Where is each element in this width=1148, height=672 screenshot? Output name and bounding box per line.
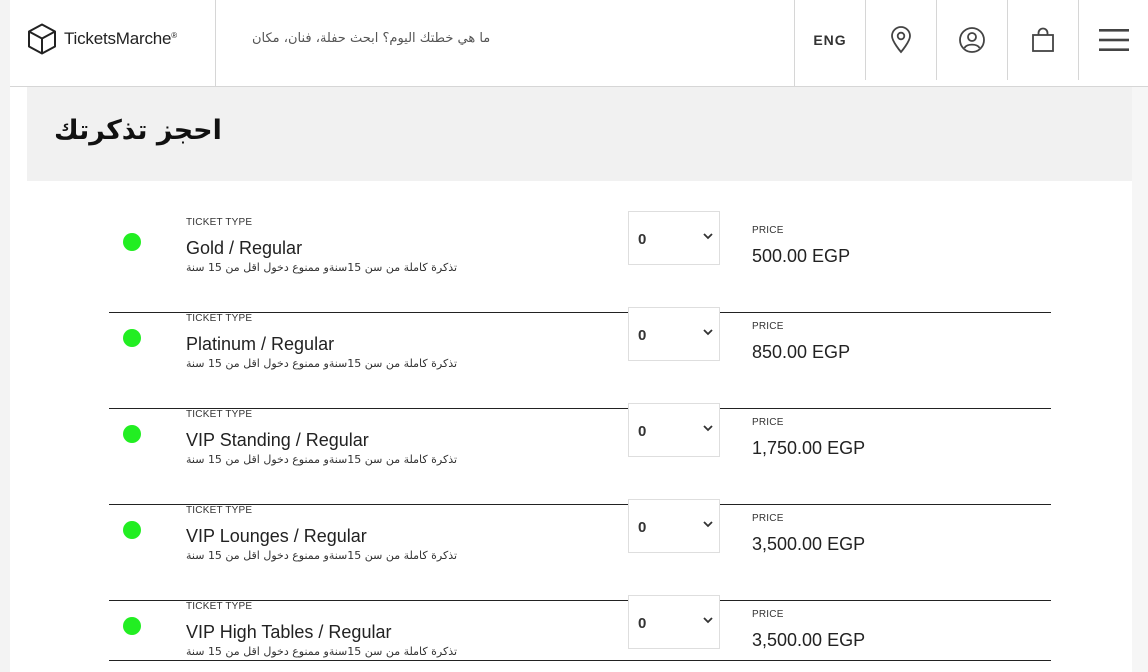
ticket-name: VIP Standing / Regular	[186, 430, 369, 450]
cart-button[interactable]	[1008, 0, 1079, 80]
ticket-description: تذكرة كاملة من سن 15سنةو ممنوع دخول اقل …	[186, 261, 458, 274]
right-margin	[1132, 0, 1148, 672]
quantity-select[interactable]: 0	[628, 307, 720, 361]
ticket-description: تذكرة كاملة من سن 15سنةو ممنوع دخول اقل …	[186, 549, 458, 562]
language-switch-button[interactable]: ENG	[795, 0, 866, 80]
ticket-name: VIP High Tables / Regular	[186, 622, 392, 642]
ticket-type-label: TICKET TYPE	[186, 217, 253, 228]
ticket-name: Platinum / Regular	[186, 334, 335, 354]
main-menu-button[interactable]	[1079, 0, 1148, 80]
quantity-value: 0	[638, 327, 647, 344]
ticket-row: TICKET TYPE VIP Standing / Regular تذكرة…	[109, 403, 1051, 505]
chevron-down-icon	[703, 233, 713, 240]
price-label: PRICE	[752, 513, 784, 524]
quantity-select[interactable]: 0	[628, 499, 720, 553]
chevron-down-icon	[703, 425, 713, 432]
ticket-type-label: TICKET TYPE	[186, 409, 253, 420]
search-area	[216, 0, 795, 86]
location-button[interactable]	[866, 0, 937, 80]
brand-name: TicketsMarche®	[64, 29, 177, 48]
chevron-down-icon	[703, 521, 713, 528]
ticket-row: TICKET TYPE VIP Lounges / Regular تذكرة …	[109, 499, 1051, 601]
ticket-price: 1,750.00 EGP	[752, 438, 866, 458]
quantity-select[interactable]: 0	[628, 595, 720, 649]
ticket-price: 850.00 EGP	[752, 342, 851, 362]
user-circle-icon	[959, 27, 985, 53]
ticket-name: VIP Lounges / Regular	[186, 526, 367, 546]
ticket-name: Gold / Regular	[186, 238, 303, 258]
availability-dot	[123, 329, 141, 347]
ticket-type-label: TICKET TYPE	[186, 505, 253, 516]
ticket-description: تذكرة كاملة من سن 15سنةو ممنوع دخول اقل …	[186, 645, 458, 658]
price-label: PRICE	[752, 321, 784, 332]
ticket-description: تذكرة كاملة من سن 15سنةو ممنوع دخول اقل …	[186, 357, 458, 370]
ticket-price: 3,500.00 EGP	[752, 630, 866, 650]
shopping-bag-icon	[1032, 27, 1054, 52]
account-button[interactable]	[937, 0, 1008, 80]
ticket-price: 3,500.00 EGP	[752, 534, 866, 554]
quantity-select[interactable]: 0	[628, 403, 720, 457]
chevron-down-icon	[703, 617, 713, 624]
quantity-value: 0	[638, 615, 647, 632]
page-title: احجز تذكرتك	[54, 115, 222, 146]
ticket-row: TICKET TYPE Gold / Regular تذكرة كاملة م…	[109, 211, 1051, 313]
hamburger-menu-icon	[1099, 29, 1129, 51]
ticket-type-label: TICKET TYPE	[186, 601, 253, 612]
quantity-select[interactable]: 0	[628, 211, 720, 265]
quantity-value: 0	[638, 423, 647, 440]
availability-dot	[123, 521, 141, 539]
location-pin-icon	[891, 26, 911, 54]
availability-dot	[123, 617, 141, 635]
box-logo-icon	[28, 23, 56, 55]
left-margin	[0, 0, 10, 672]
availability-dot	[123, 233, 141, 251]
quantity-value: 0	[638, 231, 647, 248]
ticket-row: TICKET TYPE Platinum / Regular تذكرة كام…	[109, 307, 1051, 409]
price-label: PRICE	[752, 225, 784, 236]
language-label: ENG	[813, 32, 847, 48]
ticket-type-label: TICKET TYPE	[186, 313, 253, 324]
quantity-value: 0	[638, 519, 647, 536]
search-input[interactable]	[252, 24, 512, 52]
brand-logo[interactable]: TicketsMarche®	[10, 0, 216, 86]
ticket-price: 500.00 EGP	[752, 246, 851, 266]
page-title-band: احجز تذكرتك	[27, 87, 1132, 181]
availability-dot	[123, 425, 141, 443]
ticket-row: TICKET TYPE VIP High Tables / Regular تذ…	[109, 595, 1051, 661]
chevron-down-icon	[703, 329, 713, 336]
price-label: PRICE	[752, 609, 784, 620]
price-label: PRICE	[752, 417, 784, 428]
ticket-description: تذكرة كاملة من سن 15سنةو ممنوع دخول اقل …	[186, 453, 458, 466]
site-header: TicketsMarche® ENG	[10, 0, 1148, 87]
